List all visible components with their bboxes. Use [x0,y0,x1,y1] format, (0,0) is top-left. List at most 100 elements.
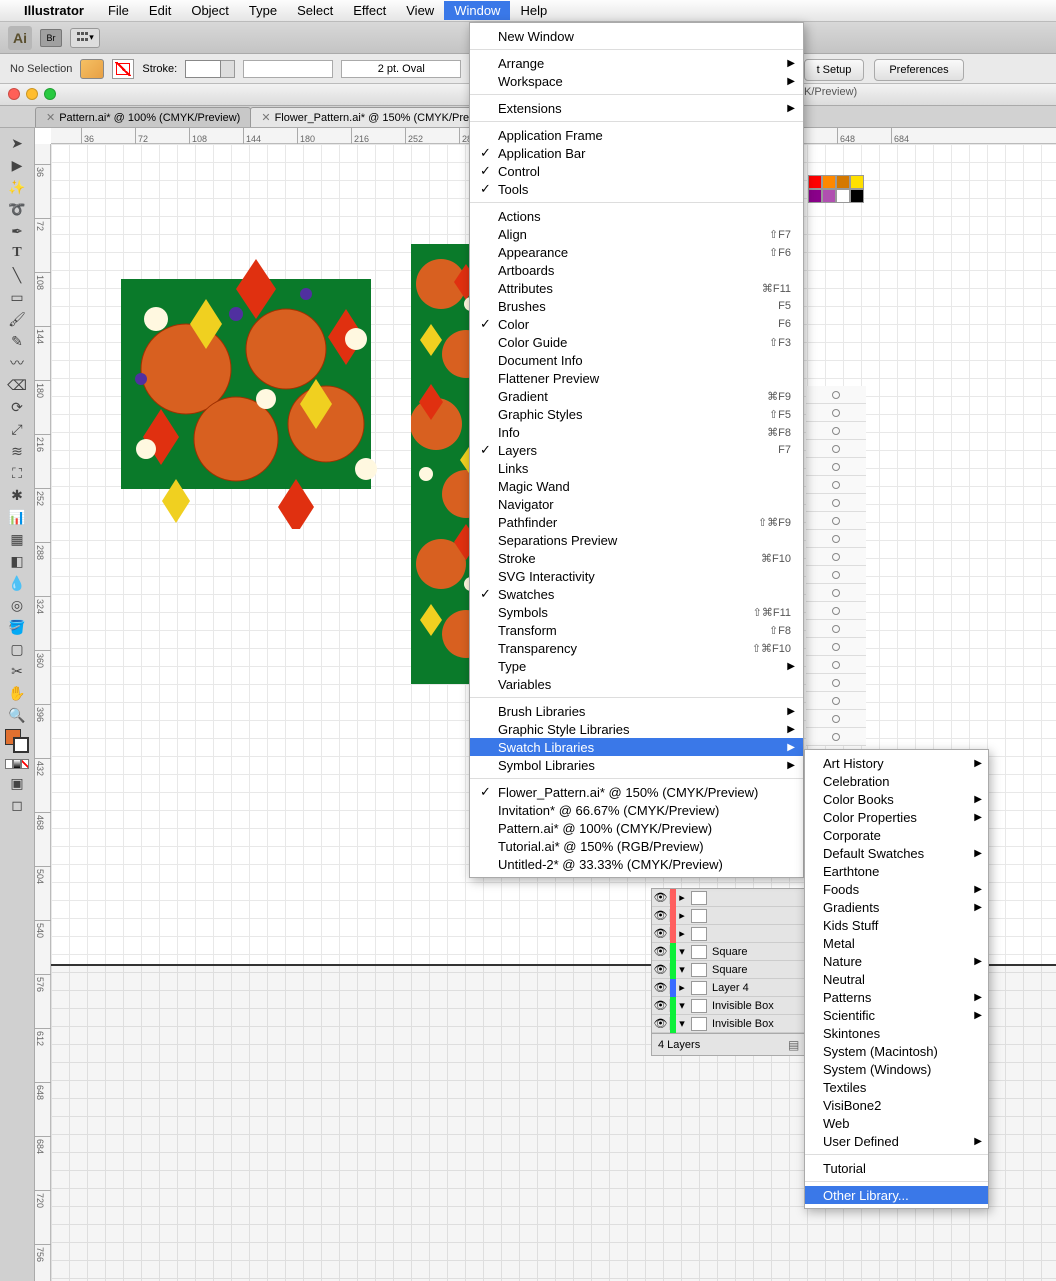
mesh-tool-icon[interactable]: ▦ [3,528,31,550]
menu-open-doc[interactable]: Pattern.ai* @ 100% (CMYK/Preview) [470,819,803,837]
menu-brushes[interactable]: BrushesF5 [470,297,803,315]
panel-row[interactable] [806,458,866,476]
selection-tool-icon[interactable]: ➤ [3,132,31,154]
preferences-button[interactable]: Preferences [874,59,964,81]
layer-visibility-icon[interactable]: 👁 [652,1017,670,1030]
fill-swatch[interactable] [80,59,104,79]
eyedropper-tool-icon[interactable]: 💧 [3,572,31,594]
menu-artboards[interactable]: Artboards [470,261,803,279]
menu-symbol-libraries[interactable]: Symbol Libraries [470,756,803,774]
submenu-item[interactable]: Color Properties [805,808,988,826]
menu-stroke[interactable]: Stroke⌘F10 [470,549,803,567]
submenu-item[interactable]: Scientific [805,1006,988,1024]
panel-row[interactable] [806,404,866,422]
layer-visibility-icon[interactable]: 👁 [652,963,670,976]
menu-swatches[interactable]: Swatches [470,585,803,603]
menu-svg[interactable]: SVG Interactivity [470,567,803,585]
menu-color[interactable]: ColorF6 [470,315,803,333]
menu-transform[interactable]: Transform⇧F8 [470,621,803,639]
swatch-color[interactable] [836,175,850,189]
panel-row[interactable] [806,620,866,638]
panel-row[interactable] [806,728,866,746]
scale-tool-icon[interactable]: ⤢ [3,418,31,440]
panel-row[interactable] [806,548,866,566]
close-tab-icon[interactable]: ✕ [261,111,270,124]
menu-open-doc[interactable]: Invitation* @ 66.67% (CMYK/Preview) [470,801,803,819]
submenu-item[interactable]: User Defined [805,1132,988,1150]
swatch-color[interactable] [836,189,850,203]
submenu-item[interactable]: Default Swatches [805,844,988,862]
layer-visibility-icon[interactable]: 👁 [652,927,670,940]
blend-tool-icon[interactable]: ◎ [3,594,31,616]
submenu-tutorial[interactable]: Tutorial [805,1159,988,1177]
submenu-item[interactable]: Neutral [805,970,988,988]
panel-row[interactable] [806,674,866,692]
menu-view[interactable]: View [396,1,444,20]
menu-attributes[interactable]: Attributes⌘F11 [470,279,803,297]
menu-actions[interactable]: Actions [470,207,803,225]
menu-object[interactable]: Object [181,1,239,20]
vertical-ruler[interactable]: 3672108144180216252288324360396432468504… [35,144,51,1281]
brush-preset-dropdown[interactable]: 2 pt. Oval [341,60,461,78]
close-tab-icon[interactable]: ✕ [46,111,55,124]
swatch-color[interactable] [808,175,822,189]
direct-selection-tool-icon[interactable]: ▶ [3,154,31,176]
symbol-sprayer-tool-icon[interactable]: ✱ [3,484,31,506]
menu-edit[interactable]: Edit [139,1,181,20]
flower-artwork-left[interactable] [106,249,406,529]
layer-visibility-icon[interactable]: 👁 [652,999,670,1012]
free-transform-tool-icon[interactable]: ⛶ [3,462,31,484]
swatch-color[interactable] [808,189,822,203]
submenu-item[interactable]: Nature [805,952,988,970]
paintbrush-tool-icon[interactable]: 🖌 [3,308,31,330]
submenu-item[interactable]: System (Macintosh) [805,1042,988,1060]
menu-gradient[interactable]: Gradient⌘F9 [470,387,803,405]
menu-new-window[interactable]: New Window [470,27,803,45]
swatch-color[interactable] [850,175,864,189]
document-tab[interactable]: ✕ Pattern.ai* @ 100% (CMYK/Preview) [35,107,251,127]
screen-mode-2-icon[interactable]: ◻ [3,794,31,816]
menu-align[interactable]: Align⇧F7 [470,225,803,243]
swatch-color[interactable] [850,189,864,203]
submenu-item[interactable]: Foods [805,880,988,898]
pencil-tool-icon[interactable]: ✎ [3,330,31,352]
hand-tool-icon[interactable]: ✋ [3,682,31,704]
panel-row[interactable] [806,656,866,674]
menu-flattener[interactable]: Flattener Preview [470,369,803,387]
menu-type-sub[interactable]: Type [470,657,803,675]
menu-pathfinder[interactable]: Pathfinder⇧⌘F9 [470,513,803,531]
artboard-tool-icon[interactable]: ▢ [3,638,31,660]
color-mode-row[interactable] [3,756,31,772]
layer-visibility-icon[interactable]: 👁 [652,909,670,922]
stroke-swatch[interactable] [112,59,134,79]
menu-symbols[interactable]: Symbols⇧⌘F11 [470,603,803,621]
menu-color-guide[interactable]: Color Guide⇧F3 [470,333,803,351]
menu-transparency[interactable]: Transparency⇧⌘F10 [470,639,803,657]
submenu-item[interactable]: System (Windows) [805,1060,988,1078]
rotate-tool-icon[interactable]: ⟳ [3,396,31,418]
zoom-tool-icon[interactable]: 🔍 [3,704,31,726]
layer-options-icon[interactable]: ▤ [788,1038,799,1052]
menu-tools[interactable]: Tools [470,180,803,198]
menu-window[interactable]: Window [444,1,510,20]
menu-brush-libraries[interactable]: Brush Libraries [470,702,803,720]
document-tab[interactable]: ✕ Flower_Pattern.ai* @ 150% (CMYK/Previe [250,107,494,127]
document-setup-button[interactable]: t Setup [804,59,864,81]
menu-graphic-style-libraries[interactable]: Graphic Style Libraries [470,720,803,738]
menu-select[interactable]: Select [287,1,343,20]
menu-open-doc[interactable]: Flower_Pattern.ai* @ 150% (CMYK/Preview) [470,783,803,801]
submenu-item[interactable]: Skintones [805,1024,988,1042]
menu-magic-wand[interactable]: Magic Wand [470,477,803,495]
screen-mode-icon[interactable]: ▣ [3,772,31,794]
menu-swatch-libraries[interactable]: Swatch Libraries [470,738,803,756]
layer-visibility-icon[interactable]: 👁 [652,945,670,958]
layer-visibility-icon[interactable]: 👁 [652,891,670,904]
panel-row[interactable] [806,584,866,602]
warp-tool-icon[interactable]: ≋ [3,440,31,462]
panel-row[interactable] [806,638,866,656]
close-window-button[interactable] [8,88,20,100]
menu-extensions[interactable]: Extensions [470,99,803,117]
menu-file[interactable]: File [98,1,139,20]
submenu-item[interactable]: Gradients [805,898,988,916]
panel-row[interactable] [806,530,866,548]
